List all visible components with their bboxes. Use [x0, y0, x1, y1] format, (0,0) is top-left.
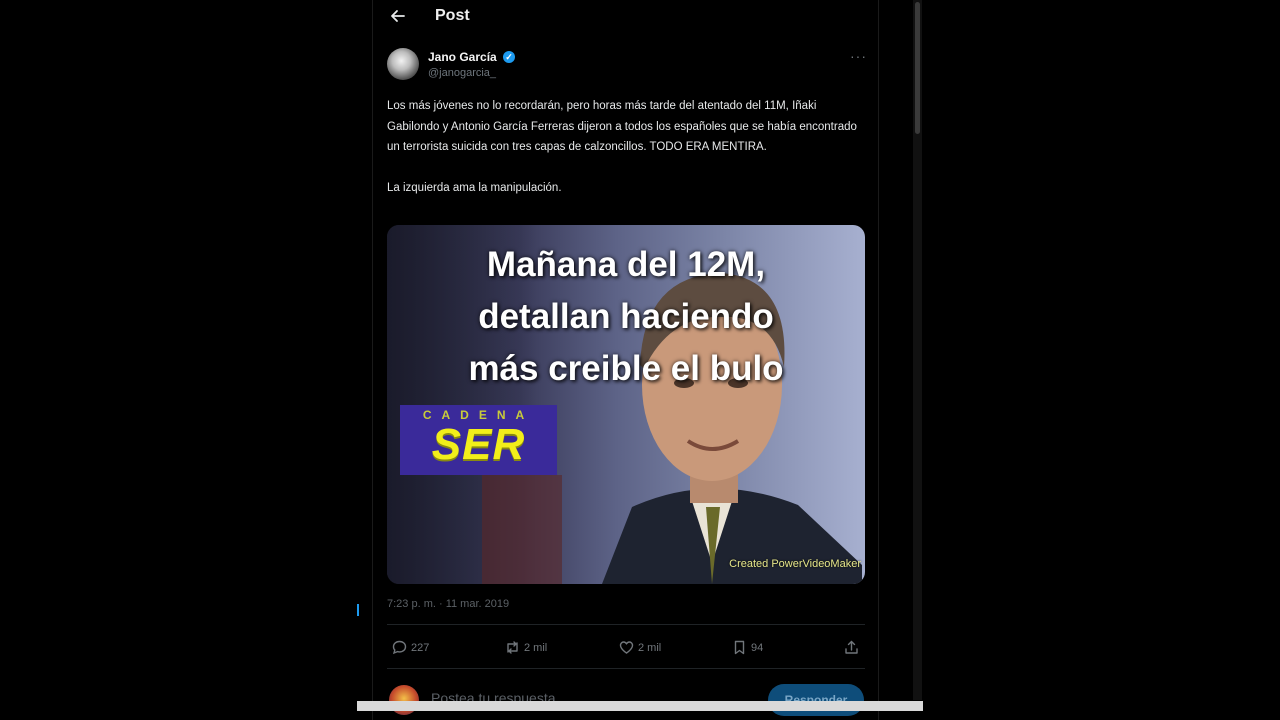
- logo-main-text: SER: [431, 420, 526, 469]
- share-icon: [845, 640, 858, 654]
- media-background-shape: [482, 475, 562, 584]
- cadena-ser-logo: CADENA SER: [400, 405, 557, 475]
- bottom-bar: [357, 701, 923, 711]
- divider: [387, 624, 865, 625]
- post-screen: Post Jano García ✓ @janogarcia_ ··· Los …: [357, 0, 880, 720]
- headline-line: Mañana del 12M,: [486, 245, 766, 284]
- back-arrow-icon[interactable]: [389, 7, 407, 25]
- post-timestamp[interactable]: 7:23 p. m. · 11 mar. 2019: [387, 598, 509, 610]
- author-name[interactable]: Jano García: [428, 50, 497, 64]
- like-icon: [619, 641, 634, 654]
- scroll-indicator: [357, 604, 359, 616]
- avatar[interactable]: [387, 48, 419, 80]
- scrollbar[interactable]: [913, 0, 922, 700]
- page-title: Post: [435, 7, 470, 24]
- responder-button[interactable]: Responder: [768, 684, 864, 716]
- bookmark-icon: [734, 640, 745, 655]
- divider: [387, 668, 865, 669]
- reply-count: 227: [411, 642, 430, 654]
- author-handle[interactable]: @janogarcia_: [428, 67, 496, 79]
- headline-line: más creible el bulo: [468, 349, 784, 388]
- watermark: Created PowerVideoMaker: [729, 558, 861, 570]
- top-bar: Post: [373, 0, 880, 34]
- scrollbar-thumb[interactable]: [915, 2, 920, 134]
- tweet-media-image[interactable]: Mañana del 12M, detallan haciendo más cr…: [387, 225, 865, 584]
- author-row: Jano García ✓ @janogarcia_ ···: [387, 46, 867, 86]
- repost-count: 2 mil: [524, 642, 548, 654]
- tweet-text: Los más jóvenes no lo recordarán, pero h…: [387, 96, 869, 198]
- repost-icon: [507, 641, 518, 654]
- tweet-paragraph: La izquierda ama la manipulación.: [387, 181, 562, 194]
- tweet-paragraph: Los más jóvenes no lo recordarán, pero h…: [387, 100, 857, 153]
- verified-badge-icon: ✓: [503, 51, 515, 63]
- headline-line: detallan haciendo: [478, 297, 774, 336]
- media-headline: Mañana del 12M, detallan haciendo más cr…: [387, 239, 865, 395]
- more-icon[interactable]: ···: [850, 48, 867, 64]
- reply-icon: [392, 640, 407, 655]
- bookmark-count: 94: [751, 642, 764, 654]
- like-count: 2 mil: [638, 642, 662, 654]
